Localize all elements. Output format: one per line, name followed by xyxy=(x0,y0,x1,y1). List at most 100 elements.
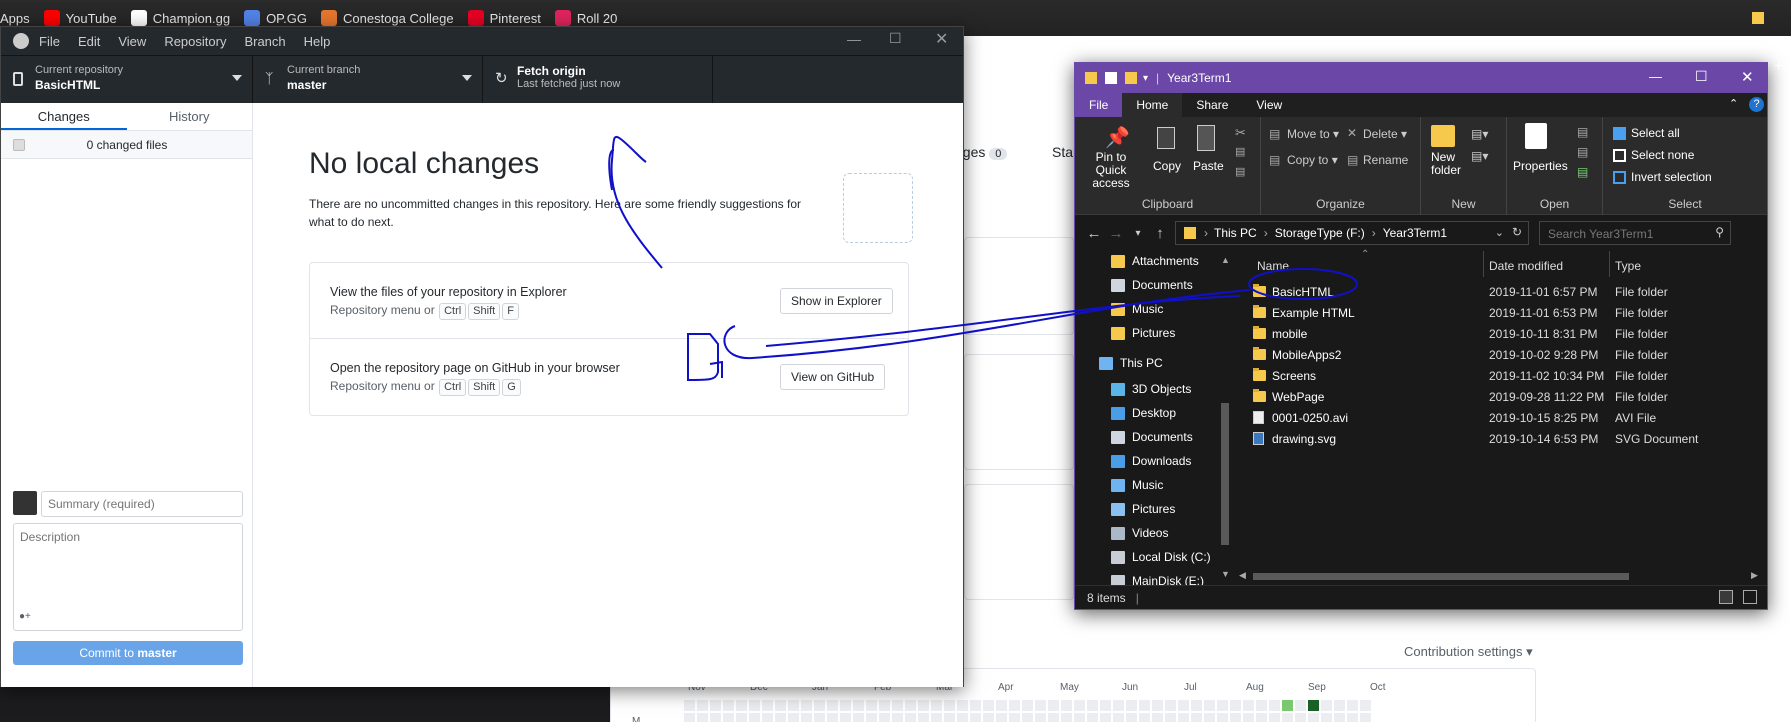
pin-to-quick-access-button[interactable]: Pin to Quick access xyxy=(1083,151,1139,190)
menu-item[interactable]: Repository xyxy=(164,34,226,49)
nav-item[interactable]: Attachments xyxy=(1075,249,1199,273)
new-tab-icon[interactable]: + xyxy=(1774,58,1783,76)
properties-icon[interactable] xyxy=(1105,72,1117,84)
contribution-cell[interactable] xyxy=(996,713,1007,722)
contribution-cell[interactable] xyxy=(697,713,708,722)
contribution-cell[interactable] xyxy=(1295,700,1306,711)
nav-item[interactable]: Local Disk (C:) xyxy=(1075,545,1211,569)
contribution-cell[interactable] xyxy=(1087,713,1098,722)
close-icon[interactable]: ✕ xyxy=(1741,68,1754,86)
maximize-icon[interactable]: ☐ xyxy=(1695,68,1708,85)
edit-icon[interactable]: ▤ xyxy=(1577,145,1588,159)
contribution-cell[interactable] xyxy=(762,713,773,722)
contribution-cell[interactable] xyxy=(879,700,890,711)
table-row[interactable]: WebPage 2019-09-28 11:22 PM File folder xyxy=(1237,386,1757,407)
open-icon[interactable]: ▤ xyxy=(1577,125,1588,139)
contribution-cell[interactable] xyxy=(905,713,916,722)
contribution-cell[interactable] xyxy=(866,700,877,711)
horizontal-scrollbar[interactable]: ◀ ▶ xyxy=(1237,569,1767,583)
contribution-cell[interactable] xyxy=(892,713,903,722)
contribution-cell[interactable] xyxy=(1321,700,1332,711)
contribution-cell[interactable] xyxy=(1100,700,1111,711)
nav-item[interactable]: Videos xyxy=(1075,521,1168,545)
contribution-cell[interactable] xyxy=(788,700,799,711)
table-row[interactable]: MobileApps2 2019-10-02 9:28 PM File folder xyxy=(1237,344,1757,365)
contribution-cell[interactable] xyxy=(879,713,890,722)
contribution-cell[interactable] xyxy=(1217,713,1228,722)
contribution-cell[interactable] xyxy=(749,700,760,711)
chevron-down-icon[interactable]: ▾ xyxy=(1127,228,1149,239)
nav-item[interactable]: Documents xyxy=(1075,425,1193,449)
contribution-cell[interactable] xyxy=(983,700,994,711)
rename-button[interactable]: Rename xyxy=(1363,153,1408,167)
contribution-cell[interactable] xyxy=(931,700,942,711)
nav-item[interactable]: Desktop xyxy=(1075,401,1176,425)
contribution-cell[interactable] xyxy=(710,713,721,722)
select-all-button[interactable]: Select all xyxy=(1631,126,1680,140)
contribution-cell[interactable] xyxy=(944,713,955,722)
add-coauthor-icon[interactable]: ●+ xyxy=(19,611,31,622)
table-row[interactable]: BasicHTML 2019-11-01 6:57 PM File folder xyxy=(1237,281,1757,302)
table-row[interactable]: Screens 2019-11-02 10:34 PM File folder xyxy=(1237,365,1757,386)
contribution-cell[interactable] xyxy=(1308,700,1319,711)
contribution-cell[interactable] xyxy=(1152,700,1163,711)
bookmark-item[interactable]: Conestoga College xyxy=(321,10,454,26)
forward-arrow-icon[interactable]: → xyxy=(1105,225,1127,242)
menu-item[interactable]: Branch xyxy=(244,34,285,49)
contribution-cell[interactable] xyxy=(1204,713,1215,722)
contribution-cell[interactable] xyxy=(1360,700,1371,711)
contribution-cell[interactable] xyxy=(853,700,864,711)
contribution-cell[interactable] xyxy=(775,700,786,711)
contribution-cell[interactable] xyxy=(1035,700,1046,711)
breadcrumb-item[interactable]: StorageType (F:) xyxy=(1275,226,1365,240)
copy-path-icon[interactable]: ▤ xyxy=(1235,145,1245,158)
table-row[interactable]: drawing.svg 2019-10-14 6:53 PM SVG Documen… xyxy=(1237,428,1757,449)
contribution-cell[interactable] xyxy=(1269,713,1280,722)
contribution-cell[interactable] xyxy=(736,700,747,711)
contribution-cell[interactable] xyxy=(1347,700,1358,711)
contribution-cell[interactable] xyxy=(957,700,968,711)
column-type[interactable]: Type xyxy=(1615,259,1641,273)
history-icon[interactable]: ▤ xyxy=(1577,165,1588,179)
contribution-cell[interactable] xyxy=(1074,700,1085,711)
back-arrow-icon[interactable]: ← xyxy=(1083,225,1105,242)
delete-button[interactable]: Delete ▾ xyxy=(1363,127,1407,141)
paste-shortcut-icon[interactable]: ▤ xyxy=(1235,165,1245,178)
contribution-cell[interactable] xyxy=(1113,700,1124,711)
contribution-cell[interactable] xyxy=(1204,700,1215,711)
contribution-cell[interactable] xyxy=(762,700,773,711)
contribution-cell[interactable] xyxy=(1191,713,1202,722)
contribution-cell[interactable] xyxy=(1035,713,1046,722)
contribution-cell[interactable] xyxy=(970,700,981,711)
show-in-explorer-button[interactable]: Show in Explorer xyxy=(780,288,893,314)
table-row[interactable]: mobile 2019-10-11 8:31 PM File folder xyxy=(1237,323,1757,344)
table-row[interactable]: Example HTML 2019-11-01 6:53 PM File folde… xyxy=(1237,302,1757,323)
breadcrumb[interactable]: › This PC › StorageType (F:) › Year3Term… xyxy=(1175,221,1529,245)
contribution-cell[interactable] xyxy=(697,700,708,711)
contribution-cell[interactable] xyxy=(723,713,734,722)
contribution-cell[interactable] xyxy=(983,713,994,722)
menu-item[interactable]: Edit xyxy=(78,34,100,49)
bookmark-item[interactable]: Apps xyxy=(0,11,30,26)
contribution-cell[interactable] xyxy=(1126,700,1137,711)
tab-file[interactable]: File xyxy=(1075,93,1123,117)
contribution-cell[interactable] xyxy=(918,713,929,722)
contribution-settings[interactable]: Contribution settings ▾ xyxy=(1404,644,1533,660)
contribution-cell[interactable] xyxy=(905,700,916,711)
move-to-button[interactable]: Move to ▾ xyxy=(1287,127,1339,141)
contribution-cell[interactable] xyxy=(801,713,812,722)
current-repository-button[interactable]: Current repository BasicHTML xyxy=(1,56,253,104)
details-view-icon[interactable] xyxy=(1719,590,1733,604)
contribution-cell[interactable] xyxy=(1256,713,1267,722)
copy-to-button[interactable]: Copy to ▾ xyxy=(1287,153,1338,167)
contribution-cell[interactable] xyxy=(1256,700,1267,711)
up-arrow-icon[interactable]: ↑ xyxy=(1149,225,1171,242)
nav-item[interactable]: Pictures xyxy=(1075,321,1175,345)
contribution-cell[interactable] xyxy=(1321,713,1332,722)
contribution-cell[interactable] xyxy=(1022,713,1033,722)
description-field[interactable] xyxy=(13,523,243,631)
contribution-cell[interactable] xyxy=(866,713,877,722)
contribution-cell[interactable] xyxy=(827,713,838,722)
new-item-icon[interactable]: ▤▾ xyxy=(1471,127,1488,141)
large-icons-view-icon[interactable] xyxy=(1743,590,1757,604)
